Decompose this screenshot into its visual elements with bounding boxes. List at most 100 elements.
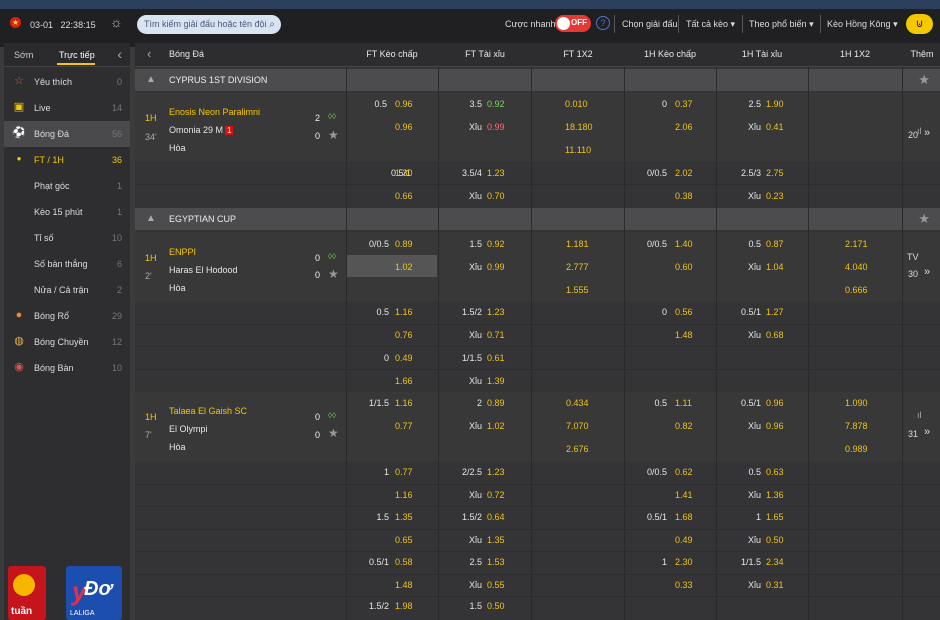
odds-value[interactable]: 2.30 xyxy=(675,557,693,567)
odds-value[interactable]: 1.36 xyxy=(766,490,784,500)
odds-value[interactable]: 2.777 xyxy=(566,262,589,272)
search-input[interactable]: Tìm kiếm giải đấu hoặc tên đội ⌕ xyxy=(137,15,281,34)
odds-value[interactable]: 0.50 xyxy=(766,535,784,545)
odds-value[interactable]: 0.71 xyxy=(487,330,505,340)
odds-value[interactable]: 1.16 xyxy=(395,398,413,408)
sidebar-item-15min[interactable]: Kèo 15 phút 1 xyxy=(4,199,130,225)
odds-value[interactable]: 1.555 xyxy=(566,285,589,295)
theme-toggle-icon[interactable]: ☼ xyxy=(110,14,123,30)
home-team[interactable]: Talaea El Gaish SC xyxy=(169,406,247,416)
odds-value[interactable]: 0.72 xyxy=(487,490,505,500)
odds-value[interactable]: 1.39 xyxy=(487,376,505,386)
sidebar-item-live[interactable]: ▣ Live 14 xyxy=(4,95,130,121)
favorite-star-icon[interactable]: ★ xyxy=(918,72,930,88)
odds-value[interactable]: 0.77 xyxy=(395,467,413,477)
tv-label[interactable]: TV xyxy=(907,252,919,262)
odds-value[interactable]: 0.33 xyxy=(675,580,693,590)
odds-value[interactable]: 0.55 xyxy=(487,580,505,590)
promo-banner-laliga[interactable]: y Đơ LALIGA xyxy=(66,566,122,620)
quick-bet-toggle[interactable]: OFF xyxy=(555,15,591,32)
odds-value[interactable]: 1.66 xyxy=(395,376,413,386)
odds-value[interactable]: 0.63 xyxy=(766,467,784,477)
sidebar-item-volleyball[interactable]: ◍ Bóng Chuyền 12 xyxy=(4,329,130,355)
chevron-right-icon[interactable]: » xyxy=(924,127,930,139)
odds-value[interactable]: 0.82 xyxy=(675,421,693,431)
odds-value[interactable]: 18.180 xyxy=(565,122,593,132)
stats-icon[interactable]: ◊◊ xyxy=(328,112,336,121)
sidebar-item-total-goals[interactable]: Số bàn thắng 6 xyxy=(4,251,130,277)
odds-value[interactable]: 0.60 xyxy=(675,262,693,272)
sidebar-item-table-tennis[interactable]: ◉ Bóng Bàn 10 xyxy=(4,355,130,381)
odds-value[interactable]: 2.676 xyxy=(566,444,589,454)
odds-value[interactable]: 0.89 xyxy=(487,398,505,408)
odds-value[interactable]: 0.50 xyxy=(487,601,505,611)
odds-value[interactable]: 1.02 xyxy=(487,421,505,431)
league-header[interactable]: ▲ EGYPTIAN CUP ★ xyxy=(135,208,940,230)
odds-value[interactable]: 2.34 xyxy=(766,557,784,567)
odds-value[interactable]: 2.75 xyxy=(766,168,784,178)
sidebar-item-football[interactable]: ⚽ Bóng Đá 56 xyxy=(4,121,130,147)
chevron-up-icon[interactable]: ▲ xyxy=(146,213,156,224)
odds-value[interactable]: 0.37 xyxy=(675,99,693,109)
odds-value[interactable]: 1.48 xyxy=(675,330,693,340)
odds-value[interactable]: 0.96 xyxy=(766,398,784,408)
odds-value[interactable]: 0.87 xyxy=(766,239,784,249)
favorite-star-icon[interactable]: ★ xyxy=(328,426,339,440)
chevron-right-icon[interactable]: » xyxy=(924,426,930,438)
odds-value[interactable]: 0.58 xyxy=(395,557,413,567)
sort-dropdown[interactable]: Theo phổ biến ▾ xyxy=(749,19,814,30)
odds-value[interactable]: 0.96 xyxy=(766,421,784,431)
all-bets-dropdown[interactable]: Tất cả kèo ▾ xyxy=(686,19,735,30)
highlighted-odds-cell[interactable] xyxy=(347,255,437,277)
more-markets-count[interactable]: 20 xyxy=(908,130,918,140)
vietnam-flag-icon[interactable]: ★ xyxy=(10,17,21,28)
sidebar-item-favorites[interactable]: ☆ Yêu thích 0 xyxy=(4,69,130,95)
more-markets-count[interactable]: 30 xyxy=(908,269,918,279)
home-team[interactable]: ENPPI xyxy=(169,247,196,257)
odds-value[interactable]: 1.40 xyxy=(675,239,693,249)
odds-value[interactable]: 0.99 xyxy=(487,122,505,132)
tab-live[interactable]: Trực tiếp xyxy=(59,50,95,60)
odds-value[interactable]: 1.090 xyxy=(845,398,868,408)
odds-value[interactable]: 1.41 xyxy=(675,490,693,500)
odds-value[interactable]: 1.16 xyxy=(395,307,413,317)
odds-value[interactable]: 0.89 xyxy=(395,239,413,249)
collapse-sidebar-icon[interactable]: ‹ xyxy=(117,46,122,62)
search-icon[interactable]: ⌕ xyxy=(269,15,275,34)
odds-value[interactable]: 1.53 xyxy=(487,557,505,567)
odds-value[interactable]: 1.98 xyxy=(395,601,413,611)
stats-bars-icon[interactable]: ıl xyxy=(917,410,922,420)
odds-value[interactable]: 0.77 xyxy=(395,421,413,431)
select-league-button[interactable]: Chọn giải đấu xyxy=(622,19,678,29)
away-team[interactable]: El Olympi xyxy=(169,424,208,434)
odds-value[interactable]: 0.61 xyxy=(487,353,505,363)
away-team[interactable]: Haras El Hodood xyxy=(169,265,238,275)
home-team[interactable]: Enosis Neon Paralimni xyxy=(169,107,260,117)
favorite-star-icon[interactable]: ★ xyxy=(918,211,930,227)
odds-value[interactable]: 7.878 xyxy=(845,421,868,431)
odds-type-dropdown[interactable]: Kèo Hồng Kông ▾ xyxy=(827,19,898,30)
chevron-right-icon[interactable]: » xyxy=(924,266,930,278)
odds-value[interactable]: 0.70 xyxy=(487,191,505,201)
odds-value[interactable]: 0.989 xyxy=(845,444,868,454)
odds-value[interactable]: 1.181 xyxy=(566,239,589,249)
sidebar-item-half-full[interactable]: Nửa / Cả trận 2 xyxy=(4,277,130,303)
odds-value[interactable]: 1.90 xyxy=(766,99,784,109)
odds-value[interactable]: 0.96 xyxy=(395,122,413,132)
odds-value[interactable]: 11.110 xyxy=(565,145,591,155)
odds-value[interactable]: 0.31 xyxy=(766,580,784,590)
sidebar-item-basketball[interactable]: ● Bóng Rổ 29 xyxy=(4,303,130,329)
odds-value[interactable]: 0.56 xyxy=(675,307,693,317)
odds-value[interactable]: 0.38 xyxy=(675,191,693,201)
odds-value[interactable]: 0.68 xyxy=(766,330,784,340)
odds-value[interactable]: 1.23 xyxy=(487,168,505,178)
odds-value[interactable]: 1.23 xyxy=(487,467,505,477)
odds-value[interactable]: 1.04 xyxy=(766,262,784,272)
sidebar-item-corners[interactable]: Phạt góc 1 xyxy=(4,173,130,199)
odds-value[interactable]: 0.66 xyxy=(395,191,413,201)
odds-value[interactable]: 1.23 xyxy=(487,307,505,317)
odds-value[interactable]: 0.92 xyxy=(487,99,505,109)
odds-value[interactable]: 0.41 xyxy=(766,122,784,132)
league-header[interactable]: ▲ CYPRUS 1ST DIVISION ★ xyxy=(135,69,940,91)
odds-value[interactable]: 0.76 xyxy=(395,330,413,340)
